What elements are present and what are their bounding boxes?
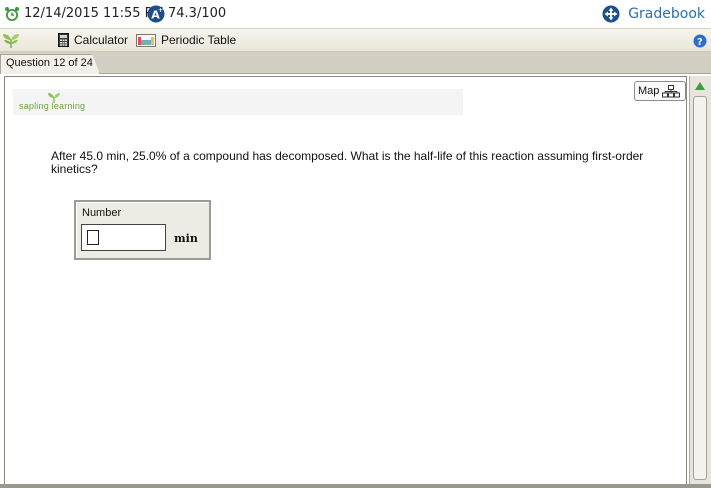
sapling-learning-logo: sapling learning bbox=[17, 91, 107, 113]
calculator-icon bbox=[58, 33, 69, 47]
due-datetime: 12/14/2015 11:55 PM bbox=[24, 6, 164, 21]
toolbar: Calculator Periodic Table ? bbox=[0, 28, 711, 52]
app-window: 12/14/2015 11:55 PM A + 74.3/100 Gradebo… bbox=[0, 0, 711, 488]
tab-label: Question 12 of 24 bbox=[6, 57, 93, 69]
window-bottom-edge bbox=[0, 484, 711, 488]
periodic-table-button[interactable]: Periodic Table bbox=[136, 32, 236, 48]
tab-question-12[interactable]: Question 12 of 24 bbox=[0, 54, 100, 74]
answer-module: Number min bbox=[74, 200, 211, 260]
svg-text:+: + bbox=[158, 7, 163, 14]
periodic-table-label: Periodic Table bbox=[161, 33, 237, 47]
logo-bar: sapling learning bbox=[13, 89, 463, 115]
map-label: Map bbox=[638, 85, 660, 97]
answer-unit: min bbox=[174, 232, 198, 245]
calculator-label: Calculator bbox=[74, 33, 129, 47]
gradebook-label: Gradebook bbox=[628, 6, 705, 22]
scrollbar-track[interactable] bbox=[693, 96, 707, 480]
scroll-up-arrow-icon[interactable] bbox=[693, 79, 707, 93]
svg-text:?: ? bbox=[697, 37, 703, 48]
status-bar: 12/14/2015 11:55 PM A + 74.3/100 Gradebo… bbox=[0, 0, 711, 28]
question-content-pane: sapling learning Map After 45.0 min, 25.… bbox=[4, 76, 687, 484]
gradebook-icon bbox=[602, 5, 620, 23]
help-icon[interactable]: ? bbox=[693, 34, 707, 48]
alarm-clock-icon bbox=[5, 7, 19, 21]
score-icon: A + bbox=[147, 5, 165, 23]
calculator-button[interactable]: Calculator bbox=[58, 32, 128, 48]
periodic-table-icon bbox=[136, 33, 156, 47]
number-input[interactable] bbox=[81, 224, 166, 251]
answer-label: Number bbox=[82, 207, 122, 219]
score-value: 74.3/100 bbox=[168, 6, 227, 21]
question-text: After 45.0 min, 25.0% of a compound has … bbox=[51, 149, 644, 176]
logo-text: sapling learning bbox=[19, 101, 86, 111]
gradebook-link[interactable]: Gradebook bbox=[602, 4, 705, 24]
sprout-logo-icon bbox=[3, 34, 19, 48]
map-button[interactable]: Map bbox=[634, 81, 686, 101]
sitemap-icon bbox=[662, 84, 681, 97]
input-cursor-box bbox=[87, 230, 99, 245]
question-tab-strip: Question 12 of 24 bbox=[0, 52, 711, 74]
vertical-scrollbar[interactable] bbox=[689, 76, 711, 484]
